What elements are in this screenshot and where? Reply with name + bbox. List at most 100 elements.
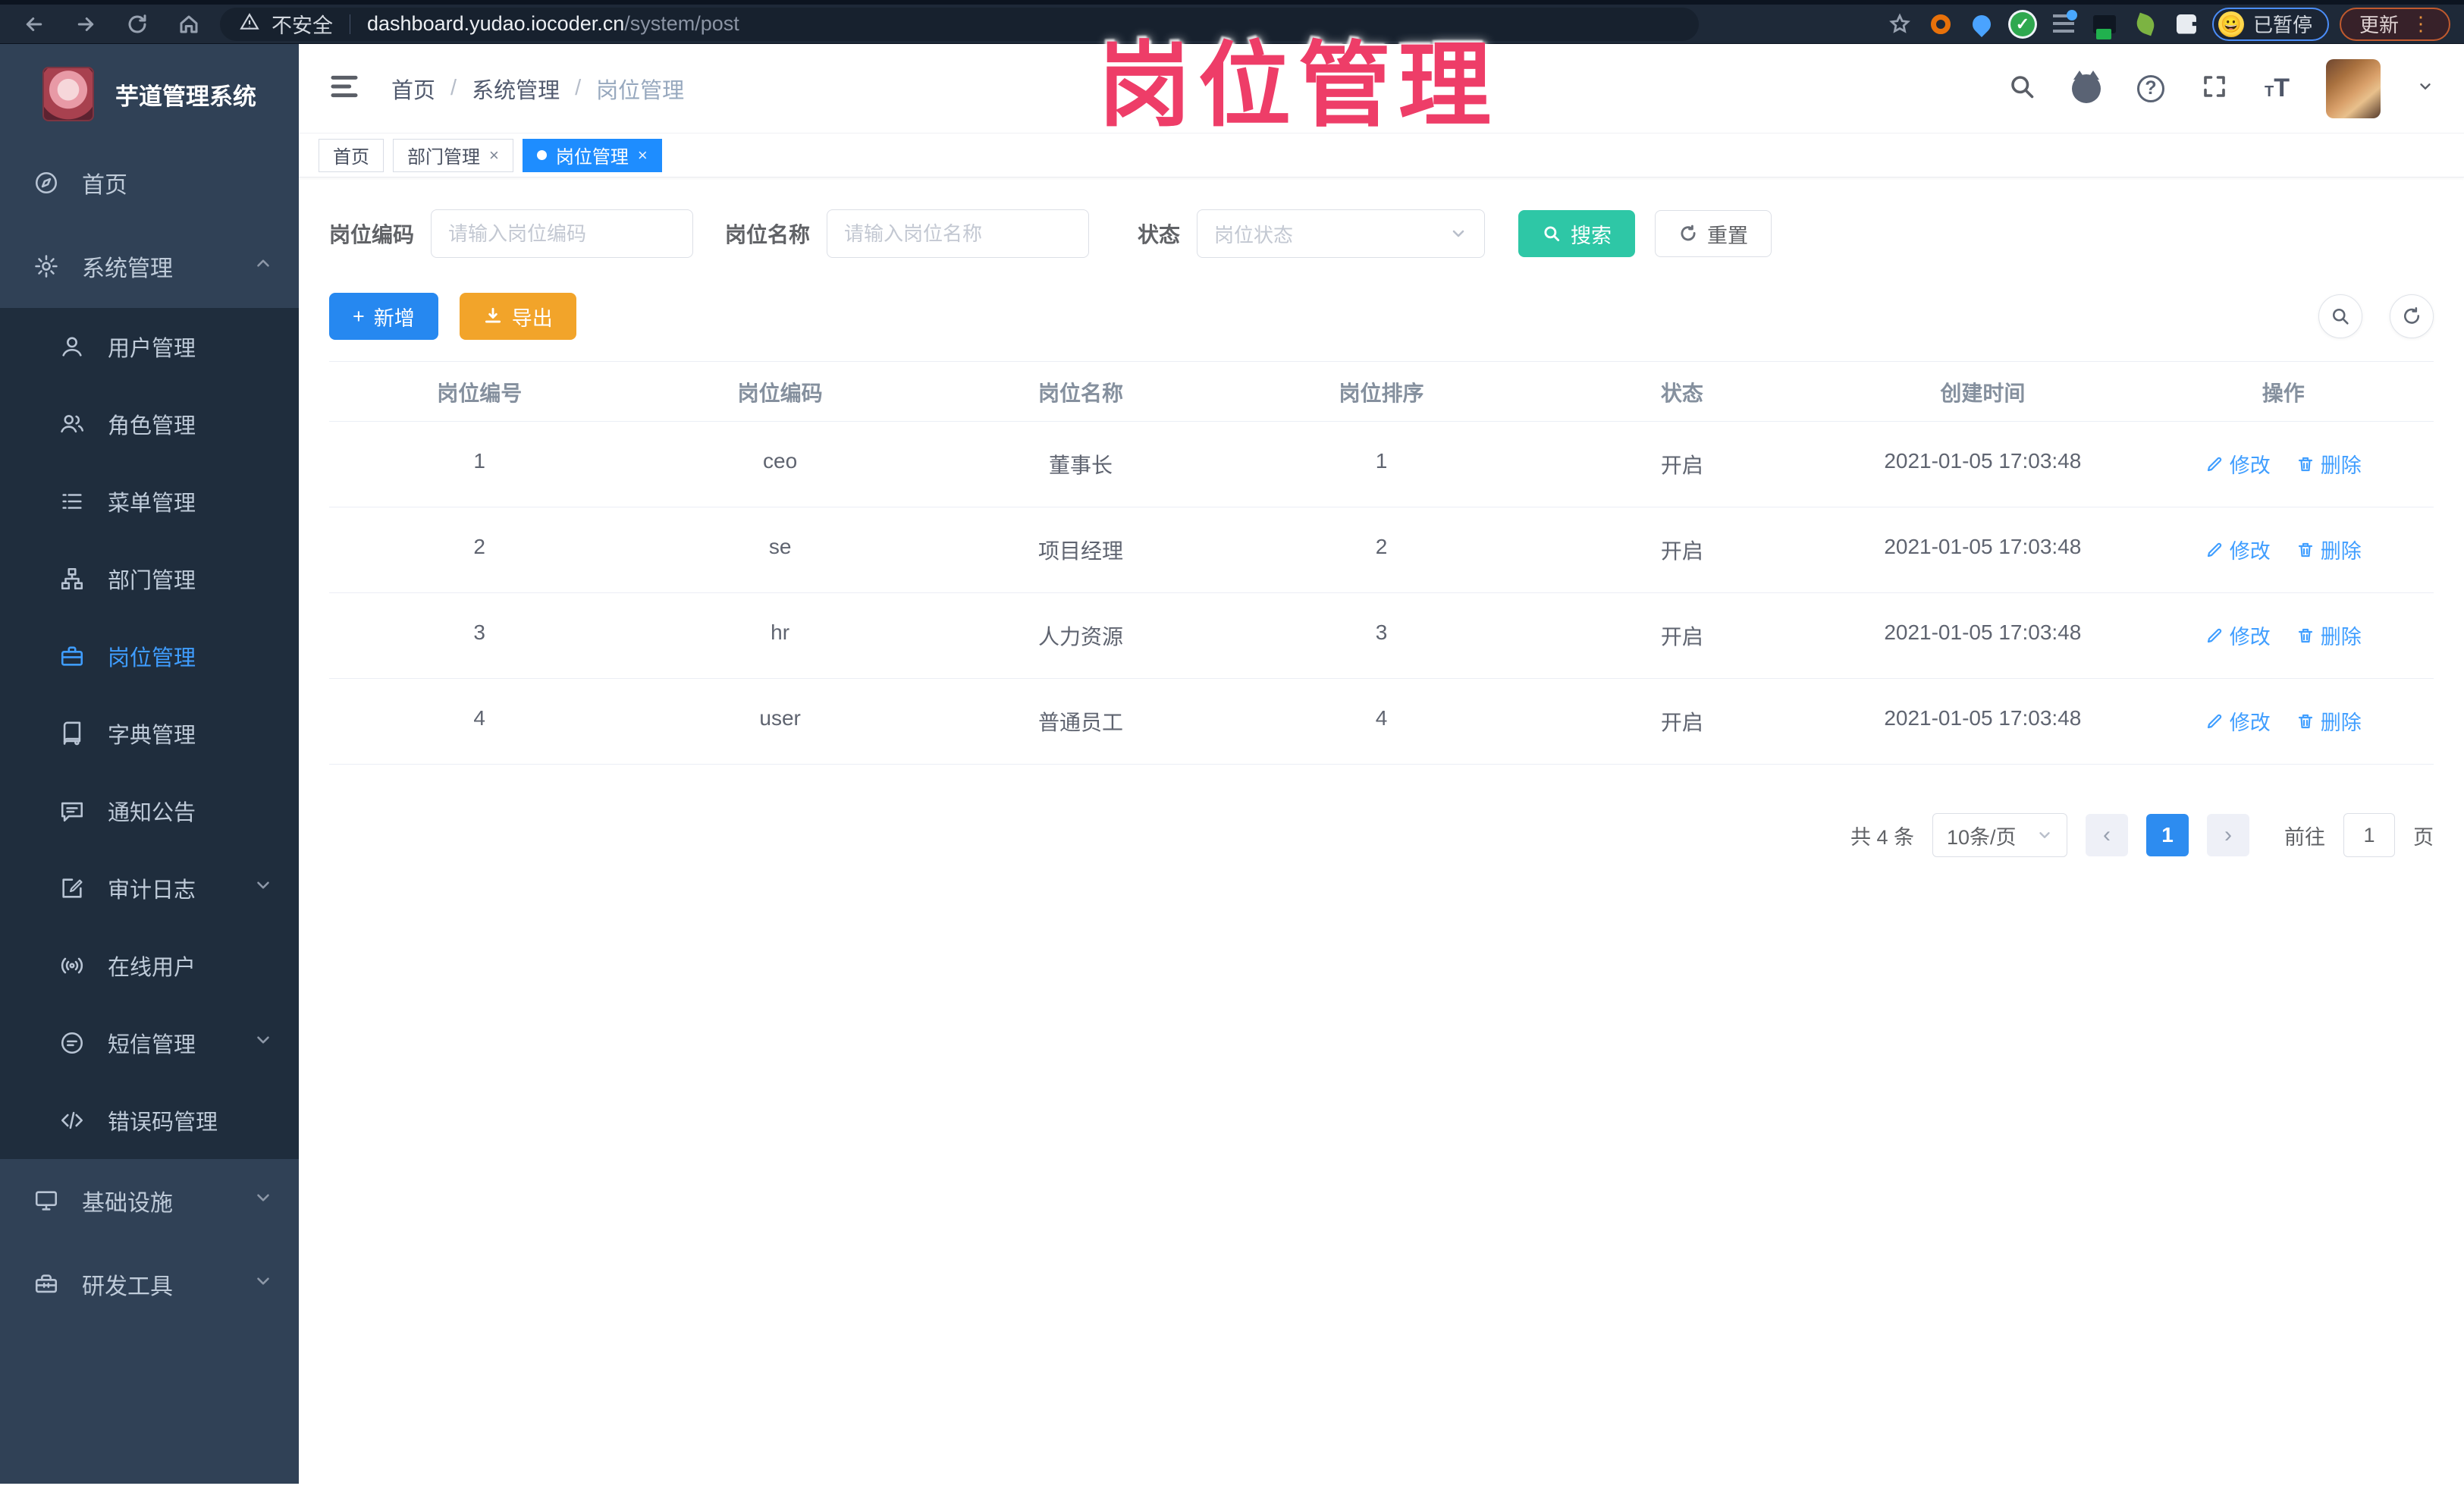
sidebar-item-error-codes[interactable]: 错误码管理: [0, 1082, 299, 1159]
search-icon[interactable]: [2008, 73, 2036, 104]
tab-posts[interactable]: 岗位管理 ×: [522, 138, 662, 172]
extension-grid-icon[interactable]: [2048, 9, 2079, 39]
sidebar-item-label: 用户管理: [108, 337, 196, 361]
extensions-puzzle-icon[interactable]: [2171, 9, 2202, 39]
extension-check-icon[interactable]: ✓: [2007, 9, 2038, 39]
sidebar-item-label: 角色管理: [108, 414, 196, 438]
extension-pin-icon[interactable]: [1966, 9, 1997, 39]
post-code-input[interactable]: [431, 209, 694, 258]
goto-page-input[interactable]: [2343, 813, 2395, 857]
edit-link[interactable]: 修改: [2205, 449, 2271, 479]
sidebar-item-audit-log[interactable]: 审计日志: [0, 850, 299, 927]
edit-link[interactable]: 修改: [2205, 535, 2271, 564]
sidebar-item-dictionary[interactable]: 字典管理: [0, 695, 299, 772]
delete-link[interactable]: 删除: [2296, 706, 2362, 736]
sidebar-item-sms[interactable]: 短信管理: [0, 1004, 299, 1082]
fullscreen-icon[interactable]: [2201, 73, 2228, 104]
post-name-input[interactable]: [827, 209, 1090, 258]
security-label[interactable]: 不安全: [272, 9, 333, 39]
help-icon[interactable]: ?: [2137, 74, 2164, 102]
browser-reload-button[interactable]: [117, 8, 158, 40]
sidebar-item-online-users[interactable]: 在线用户: [0, 927, 299, 1004]
hamburger-icon[interactable]: [329, 71, 359, 105]
github-icon[interactable]: [2072, 70, 2101, 103]
avatar-caret-icon[interactable]: [2417, 78, 2434, 99]
post-name-label: 岗位名称: [725, 223, 811, 247]
sidebar-item-departments[interactable]: 部门管理: [0, 540, 299, 617]
browser-back-button[interactable]: [14, 8, 55, 40]
not-secure-warning-icon[interactable]: [240, 12, 259, 36]
extension-dark-icon[interactable]: [2089, 9, 2120, 39]
sidebar-item-users[interactable]: 用户管理: [0, 308, 299, 385]
sidebar-item-menus[interactable]: 菜单管理: [0, 463, 299, 540]
sidebar-item-home[interactable]: 首页: [0, 141, 299, 225]
sidebar-item-label: 系统管理: [82, 256, 173, 281]
cell-id: 2: [473, 535, 485, 558]
add-button-label: 新增: [373, 306, 415, 330]
status-select-placeholder: 岗位状态: [1214, 223, 1294, 247]
browser-update-button[interactable]: 更新 ⋮: [2339, 7, 2450, 41]
status-select[interactable]: 岗位状态: [1197, 209, 1486, 258]
reset-button[interactable]: 重置: [1655, 210, 1772, 257]
export-button[interactable]: 导出: [459, 293, 576, 340]
prev-page-button[interactable]: ‹: [2086, 814, 2128, 856]
tab-departments[interactable]: 部门管理 ×: [393, 138, 513, 172]
sidebar-item-notices[interactable]: 通知公告: [0, 772, 299, 850]
user-avatar[interactable]: [2326, 58, 2381, 118]
logo-row[interactable]: 芋道管理系统: [0, 44, 299, 141]
tab-label: 部门管理: [407, 147, 480, 168]
cell-sort: 3: [1375, 620, 1388, 644]
sidebar-item-roles[interactable]: 角色管理: [0, 385, 299, 463]
tags-view-bar: 首页 部门管理 × 岗位管理 ×: [299, 134, 2464, 177]
edit-link[interactable]: 修改: [2205, 706, 2271, 736]
sidebar-item-label: 通知公告: [108, 801, 196, 825]
refresh-icon: [1681, 225, 1696, 241]
extension-orange-icon[interactable]: [1926, 9, 1956, 39]
url-text[interactable]: dashboard.yudao.iocoder.cn/system/post: [367, 12, 739, 36]
bookmark-star-icon[interactable]: [1885, 9, 1915, 39]
delete-link[interactable]: 删除: [2296, 449, 2362, 479]
browser-profile-pill[interactable]: 😀 已暂停: [2211, 7, 2329, 41]
page-size-select[interactable]: 10条/页: [1932, 813, 2067, 857]
search-button[interactable]: 搜索: [1518, 210, 1636, 257]
sidebar-item-posts[interactable]: 岗位管理: [0, 617, 299, 695]
sidebar-item-label: 审计日志: [108, 878, 196, 903]
active-tab-dot: [536, 150, 547, 160]
cell-status: 开启: [1660, 454, 1703, 477]
breadcrumb-system[interactable]: 系统管理: [472, 73, 560, 105]
add-button[interactable]: + 新增: [329, 293, 438, 340]
close-icon[interactable]: ×: [489, 146, 499, 165]
sidebar-item-infrastructure[interactable]: 基础设施: [0, 1159, 299, 1242]
trash-icon: [2298, 457, 2312, 471]
update-label: 更新: [2359, 14, 2399, 36]
sidebar-item-label: 在线用户: [108, 956, 196, 980]
delete-link[interactable]: 删除: [2296, 620, 2362, 650]
cell-sort: 2: [1375, 535, 1388, 558]
tab-home[interactable]: 首页: [319, 138, 384, 172]
sidebar-item-dev-tools[interactable]: 研发工具: [0, 1242, 299, 1326]
browser-home-button[interactable]: [168, 8, 209, 40]
page-number-1[interactable]: 1: [2146, 814, 2189, 856]
toggle-search-button[interactable]: [2318, 294, 2362, 338]
breadcrumb-home[interactable]: 首页: [391, 73, 435, 105]
sidebar-item-system[interactable]: 系统管理: [0, 225, 299, 308]
kebab-menu-icon[interactable]: ⋮: [2411, 12, 2431, 36]
sidebar-item-label: 岗位管理: [108, 646, 196, 671]
user-icon: [59, 334, 85, 360]
next-page-button[interactable]: ›: [2207, 814, 2249, 856]
col-header-sort: 岗位排序: [1339, 382, 1424, 405]
cell-name: 人力资源: [1038, 625, 1124, 649]
refresh-table-button[interactable]: [2390, 294, 2434, 338]
browser-forward-button[interactable]: [65, 8, 106, 40]
trash-icon: [2298, 542, 2312, 557]
trash-icon: [2298, 628, 2312, 642]
font-size-icon[interactable]: TT: [2265, 74, 2290, 103]
edit-link[interactable]: 修改: [2205, 620, 2271, 650]
reset-button-label: 重置: [1707, 224, 1749, 247]
delete-link[interactable]: 删除: [2296, 535, 2362, 564]
extension-leaf-icon[interactable]: [2130, 9, 2161, 39]
briefcase-icon: [59, 643, 85, 669]
address-bar[interactable]: 不安全 dashboard.yudao.iocoder.cn/system/po…: [220, 7, 1699, 41]
home-guide-icon: [33, 170, 59, 196]
close-icon[interactable]: ×: [638, 146, 648, 165]
